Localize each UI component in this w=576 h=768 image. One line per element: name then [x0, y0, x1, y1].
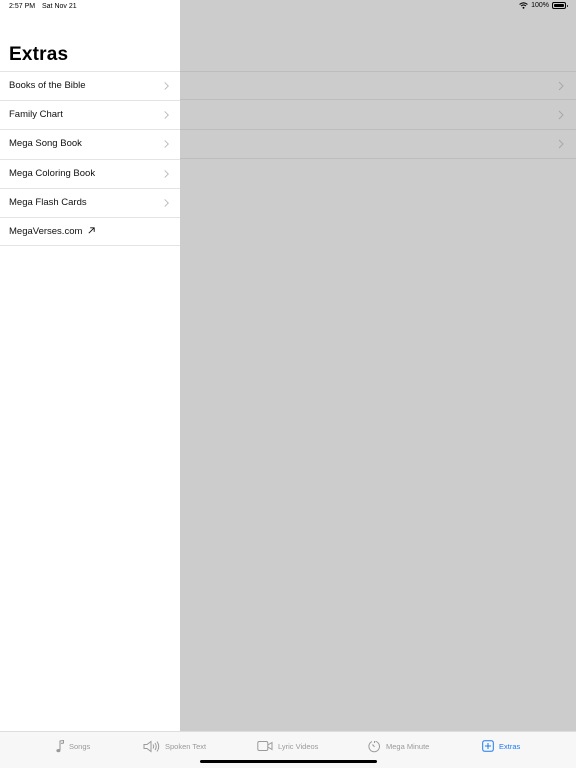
background-row — [180, 71, 576, 100]
menu-item-label-wrap: MegaVerses.com — [9, 226, 96, 237]
menu-item-mega-flash-cards[interactable]: Mega Flash Cards — [0, 187, 180, 217]
tab-label: Extras — [499, 741, 521, 751]
menu-item-label: Mega Flash Cards — [9, 196, 87, 208]
menu-item-mega-coloring-book[interactable]: Mega Coloring Book — [0, 158, 180, 188]
chevron-right-icon — [164, 140, 169, 149]
tab-label: Mega Minute — [386, 742, 430, 751]
plus-square-icon — [482, 740, 494, 752]
menu-item-megaverses-link[interactable]: MegaVerses.com — [0, 216, 180, 247]
menu-item-label: MegaVerses.com — [9, 225, 83, 237]
timer-icon — [368, 740, 380, 753]
chevron-right-icon — [558, 110, 564, 120]
chevron-right-icon — [558, 81, 564, 91]
chevron-right-icon — [164, 198, 169, 207]
wifi-icon — [519, 2, 528, 9]
status-time: 2:57 PM — [9, 3, 36, 10]
background-row — [180, 130, 576, 159]
tab-label: Lyric Videos — [278, 741, 319, 751]
menu-item-family-chart[interactable]: Family Chart — [0, 100, 180, 129]
home-indicator[interactable] — [200, 760, 377, 763]
status-date: Sat Nov 21 — [42, 3, 77, 10]
menu-item-label: Family Chart — [9, 109, 63, 121]
music-note-icon — [56, 740, 64, 753]
tab-label: Songs — [69, 742, 91, 751]
menu-item-mega-song-book[interactable]: Mega Song Book — [0, 129, 180, 158]
external-link-arrow-icon — [88, 227, 96, 234]
video-camera-icon — [257, 741, 273, 751]
chevron-right-icon — [164, 169, 169, 178]
background-row — [180, 101, 576, 130]
chevron-right-icon — [164, 111, 169, 120]
status-bar: 2:57 PM Sat Nov 21 100% — [0, 0, 576, 14]
battery-percent: 100% — [531, 2, 549, 9]
tab-spoken-text[interactable]: Spoken Text — [143, 740, 206, 753]
sidebar: Extras Books of the Bible Family Chart M… — [0, 0, 180, 731]
page-title: Extras — [9, 44, 69, 65]
speaker-icon — [143, 740, 160, 753]
tab-lyric-videos[interactable]: Lyric Videos — [257, 740, 318, 752]
tab-label: Spoken Text — [165, 742, 207, 751]
extras-menu: Books of the Bible Family Chart Mega Son… — [0, 71, 180, 247]
menu-item-label: Mega Song Book — [9, 138, 82, 150]
battery-icon — [552, 2, 568, 9]
chevron-right-icon — [164, 82, 169, 90]
chevron-right-icon — [558, 139, 564, 149]
tab-extras[interactable]: Extras — [482, 740, 520, 752]
tab-mega-minute[interactable]: Mega Minute — [368, 740, 429, 753]
tab-songs[interactable]: Songs — [56, 740, 90, 753]
menu-item-label: Books of the Bible — [9, 80, 86, 91]
menu-item-label: Mega Coloring Book — [9, 167, 96, 179]
menu-item-books-of-the-bible[interactable]: Books of the Bible — [0, 71, 180, 100]
status-indicators: 100% — [519, 2, 568, 9]
